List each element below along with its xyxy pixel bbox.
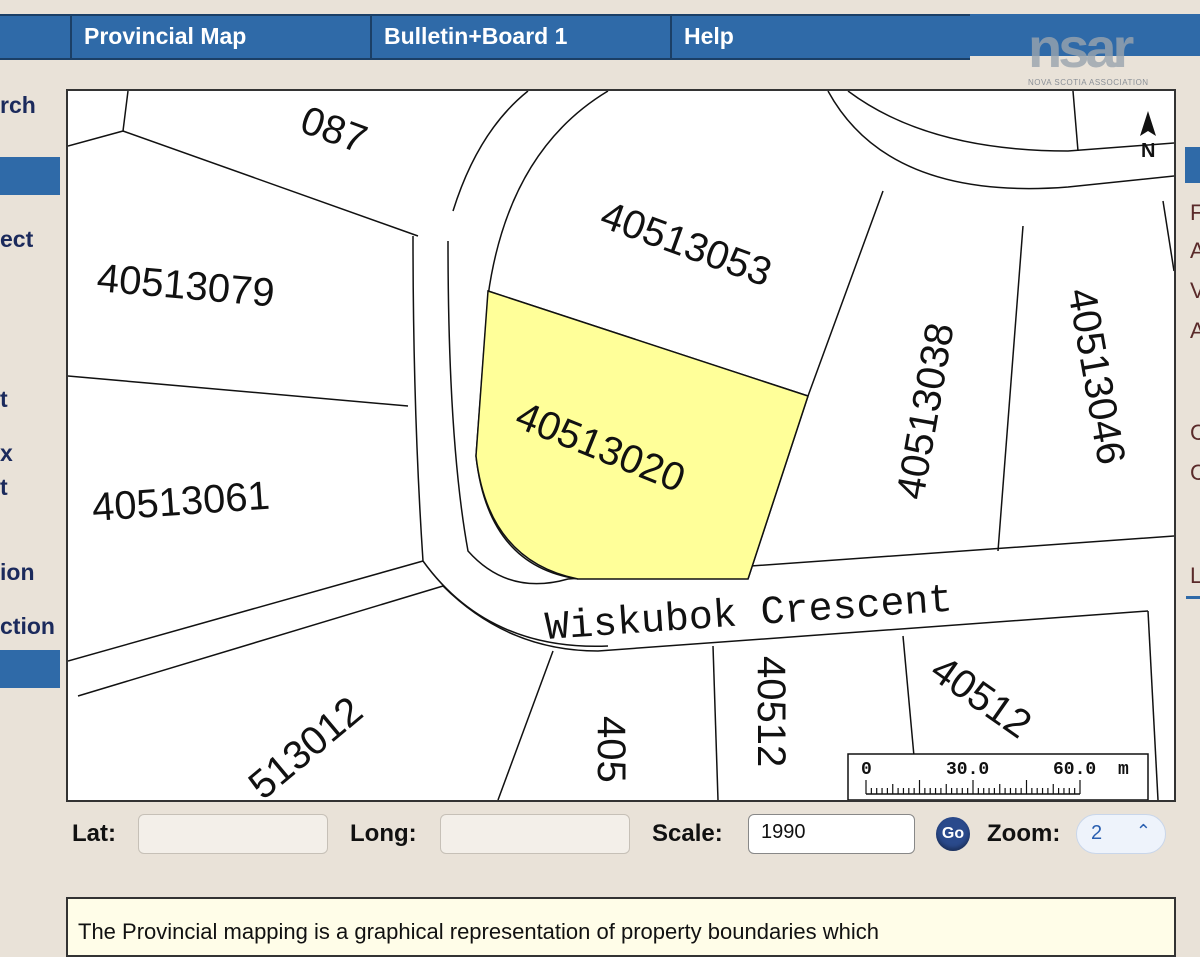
parcel-label: 405	[589, 716, 633, 783]
sidebar-item-select[interactable]: ect	[0, 226, 33, 253]
tab-blank[interactable]	[0, 16, 70, 58]
svg-text:m: m	[1118, 760, 1129, 780]
right-panel-text: F	[1190, 200, 1200, 225]
long-input[interactable]	[440, 814, 630, 854]
parcel-label: 40512	[923, 647, 1039, 747]
tab-bulletin-board[interactable]: Bulletin+Board 1	[370, 16, 670, 58]
parcel-label: 40513038	[889, 320, 963, 503]
lat-label: Lat:	[72, 820, 116, 847]
parcel-label: 40513061	[91, 474, 272, 530]
right-panel-text: A	[1190, 238, 1200, 263]
tab-help[interactable]: Help	[670, 16, 970, 58]
right-panel-underline	[1186, 596, 1200, 599]
parcel-label: 40513053	[595, 193, 777, 295]
scale-input[interactable]: 1990	[748, 814, 915, 854]
right-panel-text: V	[1190, 278, 1200, 303]
sidebar-item-location[interactable]: ion	[0, 559, 35, 586]
sidebar-item-report[interactable]: t	[0, 386, 8, 413]
right-panel-text: C	[1190, 460, 1200, 485]
chevron-updown-icon: ⌃︎	[1135, 821, 1151, 841]
map-canvas[interactable]: 087 40513079 40513053 40513020 40513038 …	[68, 91, 1174, 800]
property-map[interactable]: 087 40513079 40513053 40513020 40513038 …	[66, 89, 1176, 802]
go-button[interactable]: Go	[936, 817, 970, 851]
zoom-value: 2	[1091, 822, 1103, 844]
parcel-label: 40512	[749, 656, 793, 767]
lat-input[interactable]	[138, 814, 328, 854]
sidebar-item-search[interactable]: rch	[0, 92, 36, 119]
right-panel-text: C	[1190, 420, 1200, 445]
right-panel-text: A	[1190, 318, 1200, 343]
right-panel-tab[interactable]	[1185, 147, 1200, 183]
zoom-label: Zoom:	[987, 820, 1061, 847]
logo-subtitle: NOVA SCOTIA ASSOCIATION	[1028, 78, 1149, 87]
scale-label: Scale:	[652, 820, 723, 847]
parcel-label: 087	[295, 98, 373, 162]
parcel-label: 40513046	[1059, 285, 1133, 468]
svg-text:30.0: 30.0	[946, 760, 989, 780]
scale-bar: 0 30.0 60.0 m	[847, 753, 1149, 800]
notice-text: The Provincial mapping is a graphical re…	[78, 919, 880, 944]
sidebar-item-tax[interactable]: x	[0, 440, 13, 467]
svg-text:N: N	[1141, 140, 1155, 162]
sidebar-section-bar	[0, 157, 60, 195]
sidebar-item-section[interactable]: ction	[0, 613, 55, 640]
north-arrow-icon: N	[1140, 111, 1156, 162]
nsar-logo: nsar NOVA SCOTIA ASSOCIATION	[1028, 20, 1188, 100]
svg-text:60.0: 60.0	[1053, 760, 1096, 780]
parcel-label: 40513079	[95, 256, 276, 315]
svg-text:0: 0	[861, 760, 872, 780]
street-label: Wiskubok Crescent	[544, 579, 954, 652]
top-navigation: Provincial Map Bulletin+Board 1 Help	[0, 14, 970, 60]
logo-text: nsar	[1028, 16, 1134, 79]
parcel-label: 513012	[241, 688, 372, 800]
sidebar-section-bar-2	[0, 650, 60, 688]
notice-box: The Provincial mapping is a graphical re…	[66, 897, 1176, 957]
long-label: Long:	[350, 820, 417, 847]
right-panel-link[interactable]: L	[1190, 563, 1200, 589]
zoom-select[interactable]: 2 ⌃︎	[1076, 814, 1166, 854]
tab-provincial-map[interactable]: Provincial Map	[70, 16, 370, 58]
sidebar-item-assessment[interactable]: t	[0, 474, 8, 501]
